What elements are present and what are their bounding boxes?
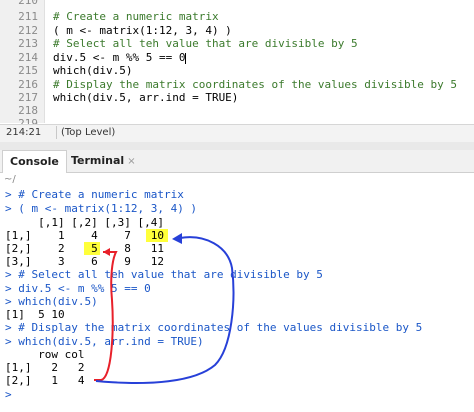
tab-console-label: Console: [10, 155, 59, 168]
console-tabbar: Console Terminal ×: [0, 150, 474, 173]
console-line: [1,] 1 4 7 10: [5, 229, 164, 242]
code-text: div.5 <- m %% 5 == 0: [53, 51, 187, 64]
console-output-text: [2,] 1 4: [5, 374, 85, 387]
console-line: [,1] [,2] [,3] [,4]: [5, 216, 164, 229]
code-text-content: div.5 <- m %% 5 == 0: [53, 51, 186, 64]
close-icon[interactable]: ×: [127, 156, 135, 167]
editor-line: 211 # Create a numeric matrix: [0, 10, 474, 23]
scope-selector[interactable]: (Top Level): [56, 126, 119, 139]
console-output[interactable]: > # Create a numeric matrix > ( m <- mat…: [0, 186, 474, 412]
console-prompt: >: [5, 295, 12, 308]
working-directory: ~/: [4, 174, 16, 185]
console-input: # Create a numeric matrix: [11, 188, 184, 201]
console-line: row col: [5, 348, 84, 361]
code-text: which(div.5): [53, 64, 133, 77]
line-number: 215: [18, 64, 38, 77]
cursor-position: 214:21: [6, 127, 42, 138]
line-number: 216: [18, 78, 38, 91]
code-comment: # Create a numeric matrix: [53, 10, 219, 23]
console-prompt: >: [5, 282, 12, 295]
console-output-text: row col: [5, 348, 85, 361]
editor-line: 217 which(div.5, arr.ind = TRUE): [0, 91, 474, 104]
editor-line: 213 # Select all teh value that are divis…: [0, 37, 474, 50]
code-text: which(div.5, arr.ind = TRUE): [53, 91, 239, 104]
editor-line: 210: [0, 0, 474, 7]
text-cursor: [185, 52, 187, 64]
console-line: > which(div.5, arr.ind = TRUE): [5, 335, 204, 348]
console-input: div.5 <- m %% 5 == 0: [11, 282, 151, 295]
console-input: ( m <- matrix(1:12, 3, 4) ): [11, 202, 198, 215]
console-line: [2,] 1 4: [5, 374, 84, 387]
console-line: [1,] 2 2: [5, 361, 84, 374]
code-comment: # Select all teh value that are divisibl…: [53, 37, 358, 50]
console-prompt: >: [5, 188, 12, 201]
console-line: >: [5, 388, 12, 401]
line-number: 210: [18, 0, 38, 7]
tab-terminal-label: Terminal: [71, 154, 125, 167]
line-number: 214: [18, 51, 38, 64]
console-input: which(div.5, arr.ind = TRUE): [11, 335, 204, 348]
editor-line: 214 div.5 <- m %% 5 == 0: [0, 51, 474, 64]
console-line: > # Select all teh value that are divisi…: [5, 268, 323, 281]
console-prompt: >: [5, 321, 12, 334]
code-editor[interactable]: 210 211 # Create a numeric matrix 212 ( m …: [0, 0, 474, 130]
console-output-text: [3,] 3 6 9 12: [5, 255, 164, 268]
console-output-text: [1,] 2 2: [5, 361, 85, 374]
line-number: 217: [18, 91, 38, 104]
console-prompt: >: [5, 268, 12, 281]
console-line: > # Create a numeric matrix: [5, 188, 184, 201]
console-line: > which(div.5): [5, 295, 98, 308]
console-line: [2,] 2 5 8 11: [5, 242, 164, 255]
console-line: > # Display the matrix coordinates of th…: [5, 321, 422, 334]
console-output-text: [1,] 1 4 7 10: [5, 229, 164, 242]
code-comment: # Display the matrix coordinates of the …: [53, 78, 457, 91]
editor-status-bar: 214:21 (Top Level): [0, 124, 474, 143]
line-number: 213: [18, 37, 38, 50]
console-prompt: >: [5, 388, 12, 401]
code-text: ( m <- matrix(1:12, 3, 4) ): [53, 24, 232, 37]
console-line: [3,] 3 6 9 12: [5, 255, 164, 268]
editor-line: 215 which(div.5): [0, 64, 474, 77]
console-input: # Select all teh value that are divisibl…: [11, 268, 323, 281]
line-number: 211: [18, 10, 38, 23]
console-output-text: [2,] 2 5 8 11: [5, 242, 164, 255]
line-number: 212: [18, 24, 38, 37]
pane-splitter[interactable]: [0, 142, 474, 150]
console-prompt: >: [5, 202, 12, 215]
editor-line: 218: [0, 104, 474, 117]
console-prompt: >: [5, 335, 12, 348]
console-line: > div.5 <- m %% 5 == 0: [5, 282, 151, 295]
tab-console[interactable]: Console: [2, 150, 67, 173]
console-input: # Display the matrix coordinates of the …: [11, 321, 423, 334]
editor-line: 212 ( m <- matrix(1:12, 3, 4) ): [0, 24, 474, 37]
console-line: [1] 5 10: [5, 308, 65, 321]
console-input: which(div.5): [11, 295, 98, 308]
console-output-text: [1] 5 10: [5, 308, 65, 321]
editor-line: 216 # Display the matrix coordinates of t…: [0, 78, 474, 91]
tab-terminal[interactable]: Terminal ×: [64, 150, 143, 172]
console-line: > ( m <- matrix(1:12, 3, 4) ): [5, 202, 197, 215]
line-number: 218: [18, 104, 38, 117]
console-output-text: [,1] [,2] [,3] [,4]: [5, 216, 164, 229]
